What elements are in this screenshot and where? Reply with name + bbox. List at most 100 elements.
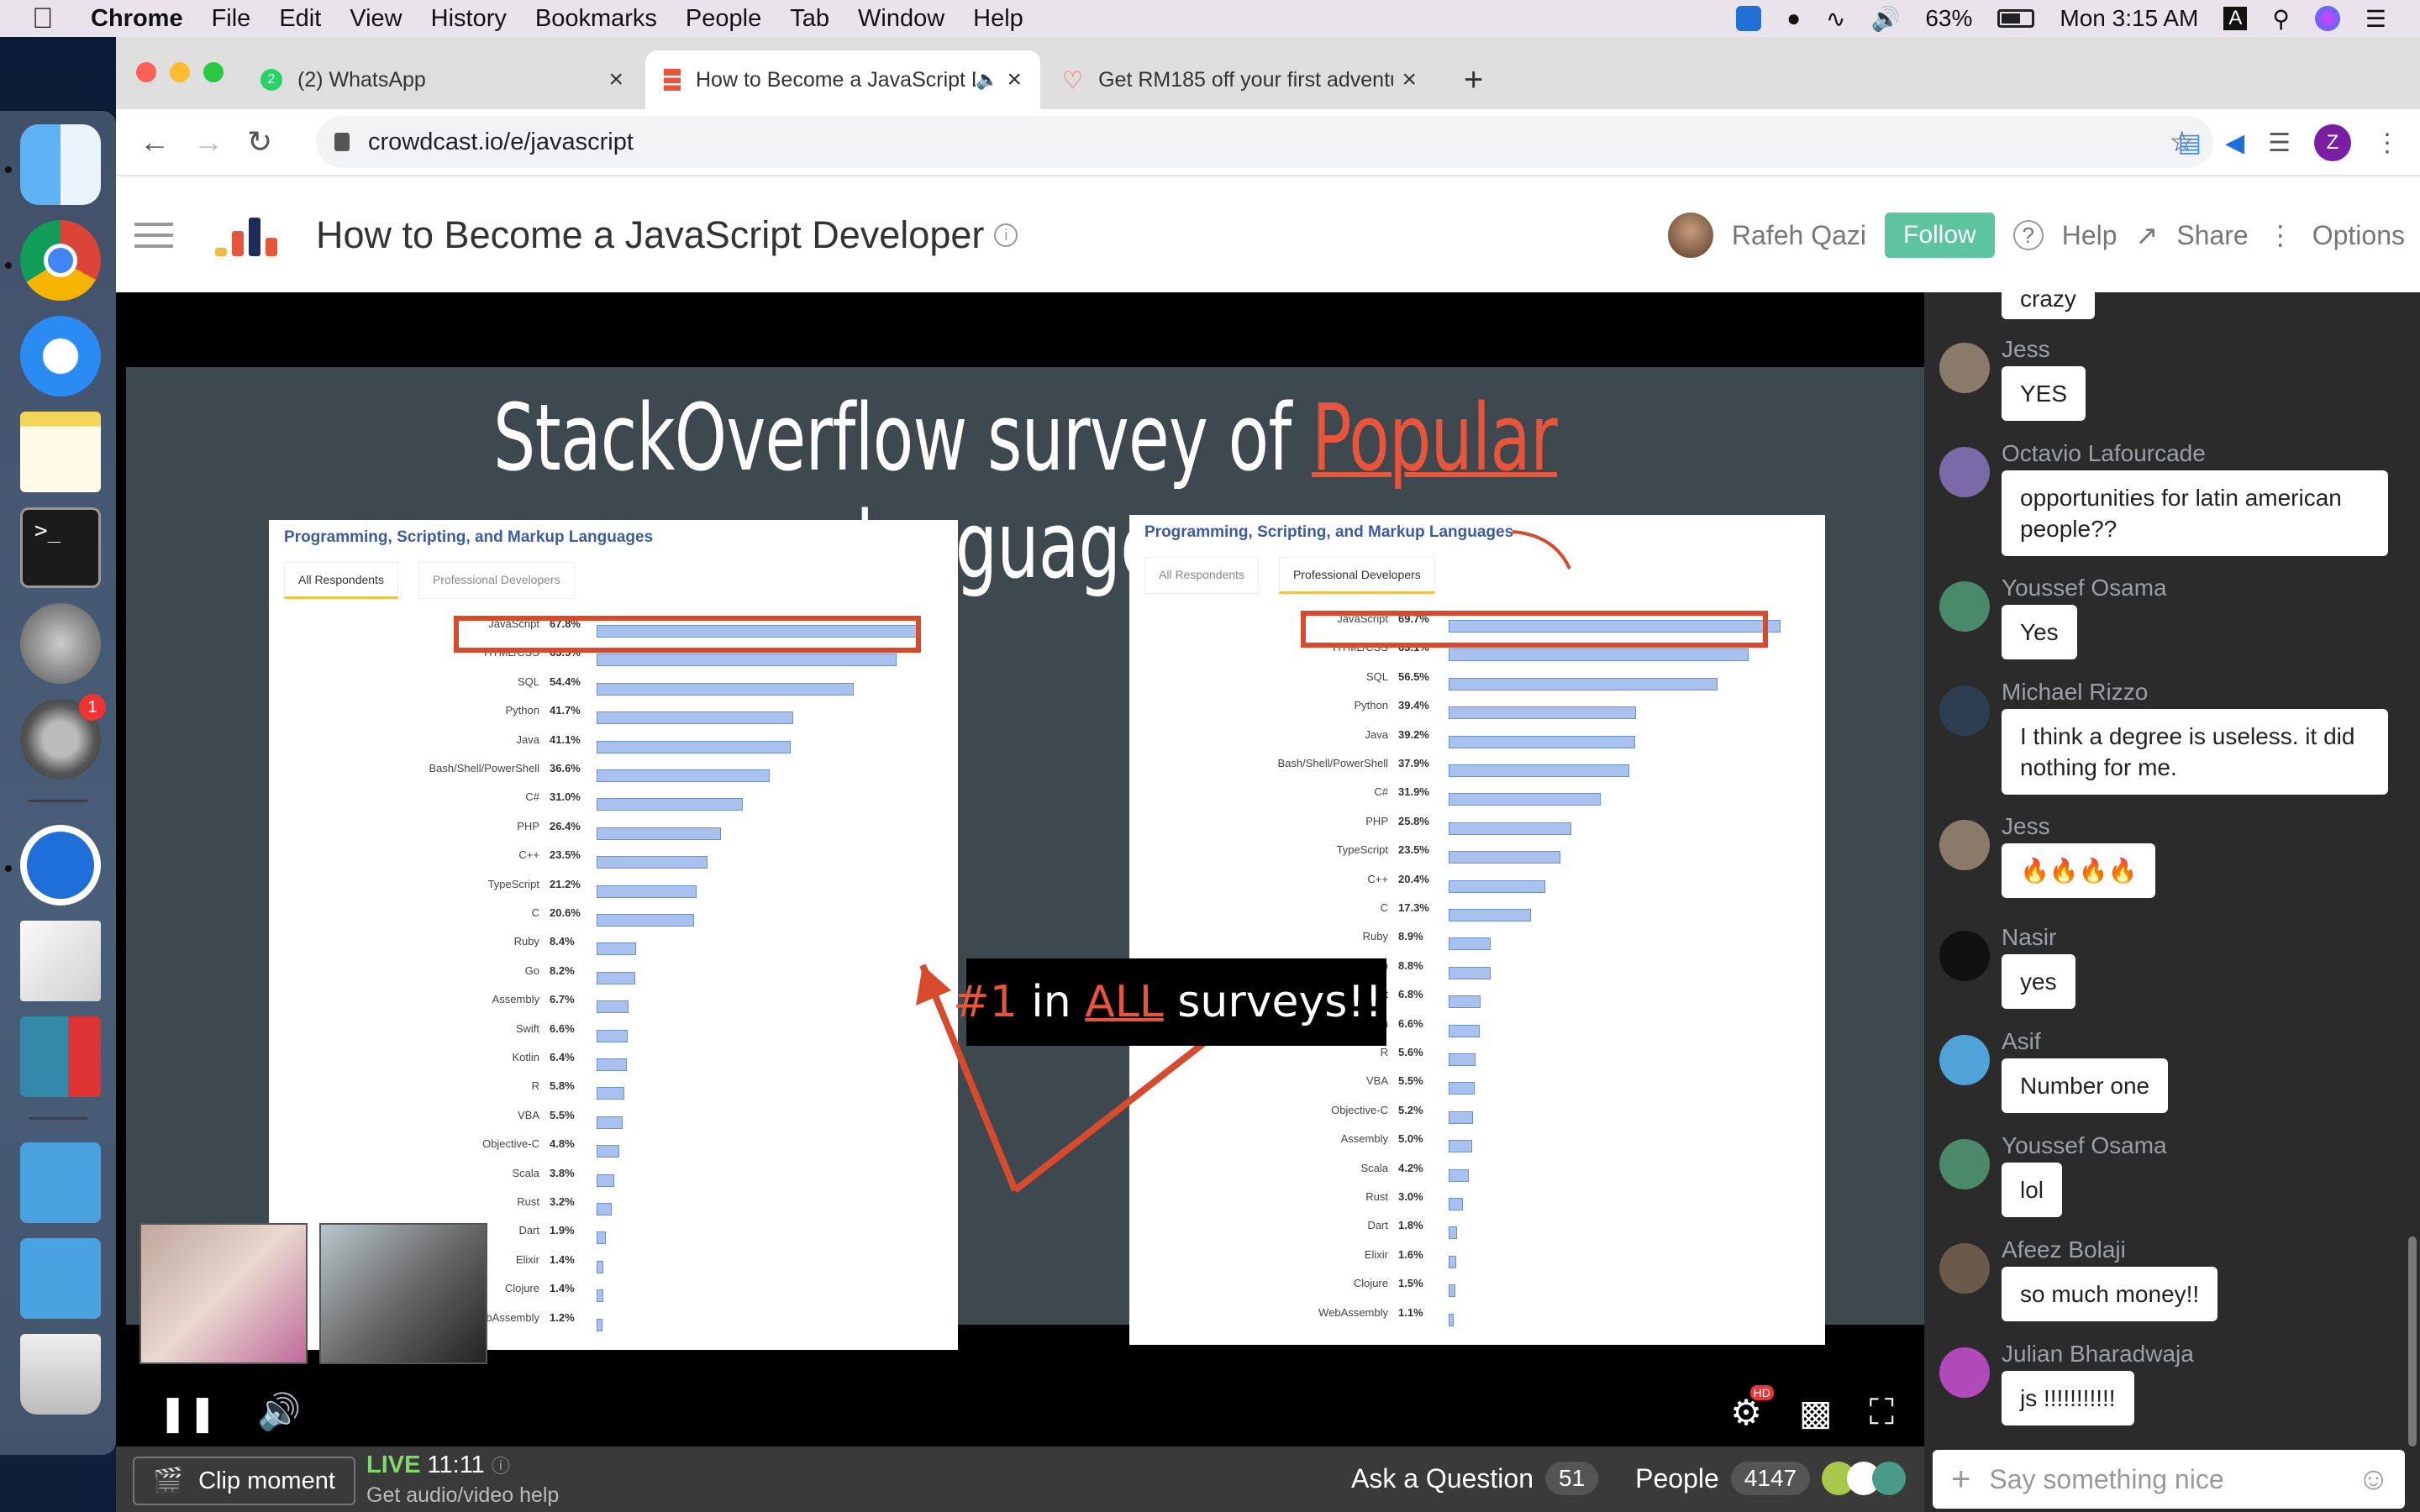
volume-icon[interactable]: 🔊 <box>257 1392 301 1433</box>
back-icon[interactable]: ← <box>139 124 170 160</box>
reload-icon[interactable]: ↻ <box>247 124 272 160</box>
chat-author[interactable]: Youssef Osama <box>2002 1132 2167 1159</box>
menu-app-name[interactable]: Chrome <box>91 5 183 33</box>
people-button[interactable]: People <box>1635 1463 1719 1494</box>
menu-file[interactable]: File <box>212 5 251 33</box>
wifi-icon[interactable]: ∿ <box>1826 5 1845 33</box>
presenter-cam-1[interactable] <box>139 1223 308 1364</box>
teamviewer-icon[interactable] <box>20 825 101 906</box>
chat-avatar[interactable] <box>1939 447 1990 497</box>
host-name[interactable]: Rafeh Qazi <box>1732 220 1866 251</box>
menubar-clock[interactable]: Mon 3:15 AM <box>2060 5 2198 32</box>
apple-icon[interactable]:  <box>32 3 66 35</box>
chat-author[interactable]: Octavio Lafourcade <box>2002 440 2206 467</box>
extension-arrow-icon[interactable]: ◀ <box>2225 129 2244 158</box>
new-tab-button[interactable]: + <box>1445 50 1504 109</box>
notes-icon[interactable] <box>20 412 101 492</box>
close-tab-icon[interactable]: × <box>1007 66 1022 94</box>
battery-icon[interactable] <box>1997 9 2035 28</box>
trash-icon[interactable] <box>20 1334 101 1415</box>
tab-crowdcast[interactable]: How to Become a JavaScript Developer 🔈 × <box>645 50 1040 109</box>
translate-icon[interactable]: ▤ <box>2178 129 2202 158</box>
menu-tab[interactable]: Tab <box>790 5 829 33</box>
menu-edit[interactable]: Edit <box>279 5 321 33</box>
chat-avatar[interactable] <box>1939 1035 1990 1085</box>
chat-avatar[interactable] <box>1939 343 1990 393</box>
tab-audio-icon[interactable]: 🔈 <box>976 69 998 91</box>
chat-author[interactable]: Nasir <box>2002 924 2056 951</box>
spotlight-icon[interactable]: ⚲ <box>2272 5 2290 33</box>
av-help-link[interactable]: Get audio/video help <box>366 1483 559 1508</box>
help-link[interactable]: Help <box>2062 220 2118 251</box>
share-link[interactable]: Share <box>2176 220 2248 251</box>
lock-icon[interactable] <box>334 133 350 151</box>
zoom-window-button[interactable] <box>203 62 224 82</box>
presenter-cam-2[interactable] <box>319 1223 487 1364</box>
menu-window[interactable]: Window <box>858 5 944 33</box>
add-attachment-icon[interactable]: + <box>1951 1461 1970 1499</box>
emoji-icon[interactable]: ☺ <box>2357 1462 2390 1498</box>
follow-button[interactable]: Follow <box>1885 213 1995 258</box>
tab-whatsapp[interactable]: 2 (2) WhatsApp × <box>242 50 642 109</box>
close-window-button[interactable] <box>136 62 156 82</box>
chat-author[interactable]: Jess <box>2002 813 2050 840</box>
chat-avatar[interactable] <box>1939 1243 1990 1294</box>
chat-author[interactable]: Jess <box>2002 336 2050 363</box>
hamburger-menu-icon[interactable] <box>134 223 173 248</box>
picture-in-picture-icon[interactable]: ▩ <box>1799 1392 1833 1433</box>
ask-question-button[interactable]: Ask a Question <box>1351 1463 1534 1494</box>
teamviewer-status-icon[interactable] <box>1736 6 1762 31</box>
info-icon[interactable]: i <box>994 223 1018 247</box>
chat-author[interactable]: Asif <box>2002 1028 2041 1055</box>
options-kebab-icon[interactable]: ⋮ <box>2267 219 2294 251</box>
menu-people[interactable]: People <box>686 5 761 33</box>
fullscreen-icon[interactable]: ⛶ <box>1870 1392 1894 1433</box>
chat-input-placeholder[interactable]: Say something nice <box>1989 1464 2357 1495</box>
close-tab-icon[interactable]: × <box>608 66 623 94</box>
chat-author[interactable]: Michael Rizzo <box>2002 679 2148 706</box>
crowdcast-logo[interactable] <box>215 214 282 256</box>
media-control-icon[interactable]: ☰ <box>2268 129 2291 158</box>
chrome-icon[interactable] <box>20 220 101 301</box>
notification-center-icon[interactable]: ☰ <box>2365 5 2386 33</box>
options-link[interactable]: Options <box>2312 220 2405 251</box>
chat-avatar[interactable] <box>1939 581 1990 632</box>
tab-airbnb[interactable]: ♡ Get RM185 off your first adventure × <box>1044 50 1435 109</box>
host-avatar[interactable] <box>1667 213 1713 258</box>
menu-bookmarks[interactable]: Bookmarks <box>535 5 657 33</box>
pause-icon[interactable]: ❚❚ <box>158 1392 217 1433</box>
textedit-icon[interactable] <box>20 921 101 1001</box>
terminal-icon[interactable]: >_ <box>20 507 101 588</box>
url-text[interactable]: crowdcast.io/e/javascript <box>368 129 634 156</box>
forward-icon[interactable]: → <box>193 124 224 160</box>
address-bar[interactable]: crowdcast.io/e/javascript ☆ <box>316 116 2213 168</box>
chat-author[interactable]: Julian Bharadwaja <box>2002 1341 2194 1368</box>
profile-avatar[interactable]: Z <box>2314 124 2351 161</box>
chat-avatar[interactable] <box>1939 1139 1990 1189</box>
chat-input[interactable]: + Say something nice ☺ <box>1933 1450 2405 1509</box>
launchpad-icon[interactable] <box>20 603 101 684</box>
chat-author[interactable]: Afeez Bolaji <box>2002 1236 2126 1263</box>
downloads-folder-icon[interactable] <box>20 1238 101 1319</box>
attendee-avatars[interactable] <box>1822 1462 1907 1495</box>
menu-help[interactable]: Help <box>973 5 1023 33</box>
input-source-icon[interactable]: A <box>2223 7 2248 30</box>
mask-status-icon[interactable]: ● <box>1786 5 1801 32</box>
battery-percent[interactable]: 63% <box>1925 5 1972 32</box>
applications-folder-icon[interactable] <box>20 1142 101 1223</box>
chrome-menu-icon[interactable]: ⋮ <box>2375 129 2400 158</box>
chat-avatar[interactable] <box>1939 685 1990 736</box>
volume-icon[interactable]: 🔊 <box>1870 5 1900 33</box>
system-preferences-icon[interactable]: 1 <box>20 694 106 780</box>
finder-icon[interactable] <box>20 124 101 205</box>
chat-scrollbar[interactable] <box>2408 1236 2417 1446</box>
chat-avatar[interactable] <box>1939 931 1990 981</box>
safari-icon[interactable] <box>20 316 101 396</box>
siri-icon[interactable] <box>2314 6 2340 31</box>
chat-author[interactable]: Youssef Osama <box>2002 575 2167 601</box>
live-info-icon[interactable]: ⓘ <box>492 1456 510 1477</box>
share-icon[interactable]: ↗ <box>2136 219 2159 251</box>
menu-history[interactable]: History <box>431 5 507 33</box>
parallels-icon[interactable] <box>20 1016 101 1097</box>
menu-view[interactable]: View <box>350 5 402 33</box>
